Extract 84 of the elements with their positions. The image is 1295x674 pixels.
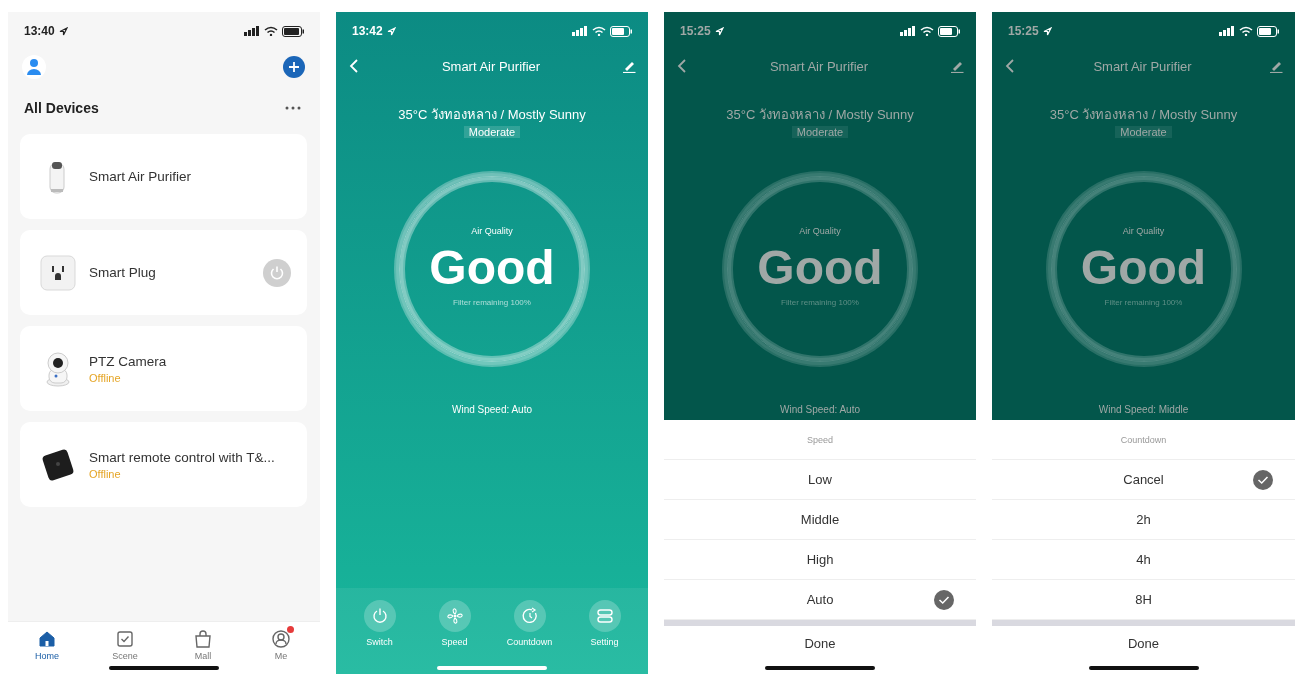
- filter-text: Filter remaining 100%: [1104, 297, 1183, 307]
- wifi-icon: [264, 26, 278, 36]
- power-icon: [370, 607, 389, 625]
- device-card[interactable]: Smart Plug: [20, 230, 307, 315]
- screen-title: Smart Air Purifier: [441, 58, 541, 74]
- wind-speed-text: Wind Speed: Auto: [779, 404, 861, 415]
- device-card[interactable]: PTZ Camera Offline: [20, 326, 307, 411]
- device-name: PTZ Camera: [89, 353, 168, 369]
- clock-time: 15:25: [680, 24, 711, 38]
- wifi-icon: [592, 26, 606, 36]
- gauge-value: Good: [429, 239, 555, 296]
- more-icon[interactable]: [285, 106, 301, 110]
- tab-item[interactable]: Mall: [164, 622, 242, 674]
- battery-icon: [938, 25, 960, 37]
- signal-icon: [900, 26, 916, 36]
- weather-text: 35°C วังทองหลาง / Mostly Sunny: [1049, 106, 1238, 124]
- location-arrow-icon: [386, 26, 396, 36]
- filter-text: Filter remaining 100%: [781, 297, 859, 307]
- screen-title: Smart Air Purifier: [769, 58, 869, 74]
- device-card[interactable]: Smart Air Purifier: [20, 134, 307, 219]
- back-icon[interactable]: [348, 58, 360, 74]
- air-level-tag: Moderate: [1115, 126, 1172, 138]
- device-name: Smart Plug: [89, 265, 157, 280]
- signal-icon: [244, 26, 260, 36]
- device-name: Smart Air Purifier: [89, 169, 193, 184]
- pencil-icon[interactable]: [1269, 59, 1283, 73]
- sheet-option[interactable]: 2h: [992, 500, 1295, 540]
- tab-item[interactable]: Me: [242, 622, 320, 674]
- add-button[interactable]: [283, 56, 305, 78]
- wifi-icon: [1239, 26, 1253, 36]
- done-button[interactable]: Done: [992, 626, 1295, 660]
- sheet-option[interactable]: Middle: [664, 500, 976, 540]
- gauge-label: Air Quality: [1122, 225, 1165, 236]
- clock-time: 13:40: [24, 24, 55, 38]
- tab-item[interactable]: Home: [8, 622, 86, 674]
- air-level-tag: Moderate: [791, 126, 849, 138]
- filter-text: Filter remaining 100%: [453, 297, 531, 307]
- wind-speed-text: Wind Speed: Middle: [1098, 404, 1189, 415]
- weather-text: 35°C วังทองหลาง / Mostly Sunny: [398, 106, 586, 124]
- fan-icon: [445, 607, 464, 625]
- battery-icon: [610, 25, 632, 37]
- back-icon[interactable]: [676, 58, 688, 74]
- weather-text: 35°C วังทองหลาง / Mostly Sunny: [726, 106, 914, 124]
- screen-title: Smart Air Purifier: [1093, 58, 1192, 74]
- section-title: All Devices: [24, 100, 99, 116]
- signal-icon: [572, 26, 588, 36]
- sheet-option[interactable]: 4h: [992, 540, 1295, 580]
- gauge-value: Good: [757, 239, 883, 296]
- gauge-value: Good: [1080, 239, 1207, 296]
- signal-icon: [1219, 26, 1235, 36]
- timer-icon: [520, 607, 539, 625]
- location-arrow-icon: [1042, 26, 1052, 36]
- location-arrow-icon: [714, 26, 724, 36]
- sheet-option[interactable]: High: [664, 540, 976, 580]
- pencil-icon[interactable]: [950, 59, 964, 73]
- device-status: Offline: [89, 371, 122, 384]
- location-arrow-icon: [58, 26, 68, 36]
- battery-icon: [282, 25, 304, 37]
- sheet-option[interactable]: Low: [664, 460, 976, 500]
- clock-time: 15:25: [1008, 24, 1039, 38]
- wifi-icon: [920, 26, 934, 36]
- back-icon[interactable]: [1004, 58, 1016, 74]
- check-icon: [1253, 470, 1273, 490]
- sheet-option[interactable]: Cancel: [992, 460, 1295, 500]
- clock-time: 13:42: [352, 24, 383, 38]
- home-icon: [37, 629, 57, 649]
- device-card[interactable]: Smart remote control with T&... Offline: [20, 422, 307, 507]
- wind-speed-text: Wind Speed: Auto: [451, 404, 533, 415]
- sheet-title: Countdown: [992, 420, 1295, 460]
- battery-icon: [1257, 25, 1279, 37]
- sheet-title: Speed: [664, 420, 976, 460]
- pencil-icon[interactable]: [622, 59, 636, 73]
- gauge-label: Air Quality: [799, 225, 841, 236]
- plug-icon: [40, 254, 76, 291]
- check-icon: [934, 590, 954, 610]
- setting-icon: [595, 607, 614, 625]
- done-button[interactable]: Done: [664, 626, 976, 660]
- device-name: Smart remote control with T&...: [89, 449, 276, 465]
- tab-item[interactable]: Scene: [86, 622, 164, 674]
- device-status: Offline: [89, 467, 122, 480]
- avatar-icon[interactable]: [22, 55, 46, 79]
- air-level-tag: Moderate: [463, 126, 521, 138]
- me-icon: [271, 629, 291, 649]
- gauge-label: Air Quality: [471, 225, 513, 236]
